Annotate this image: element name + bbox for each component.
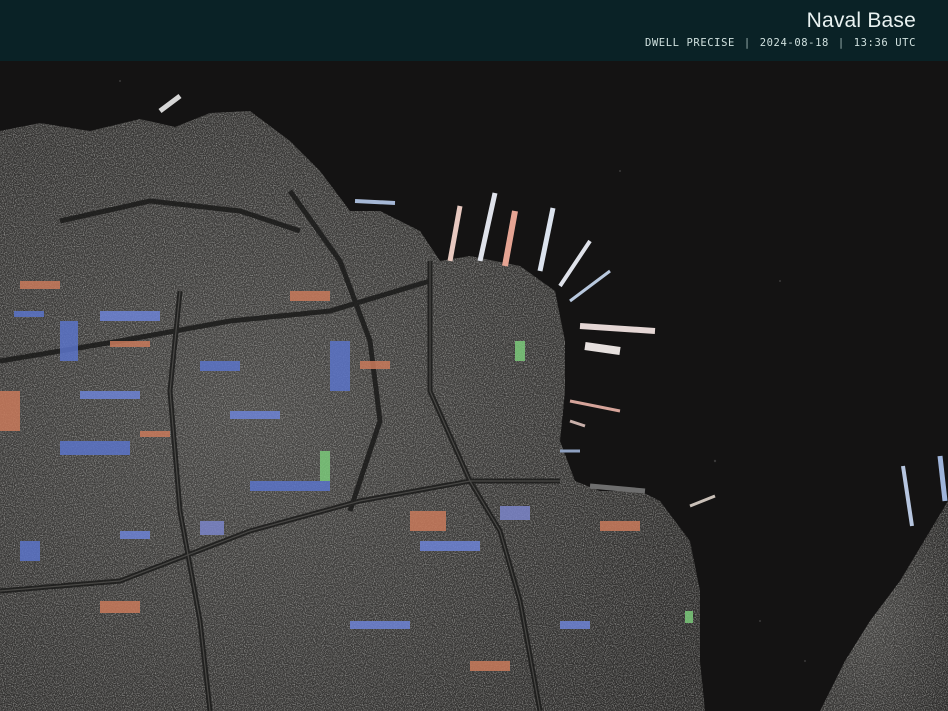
acquisition-time: 13:36 UTC [853, 37, 916, 49]
image-title: Naval Base [806, 9, 916, 32]
header-bar: Naval Base DWELL PRECISE | 2024-08-18 | … [0, 0, 948, 61]
sar-image [0, 61, 948, 711]
separator: | [743, 37, 751, 49]
sar-scene-svg [0, 61, 948, 711]
image-metadata: DWELL PRECISE | 2024-08-18 | 13:36 UTC [645, 37, 916, 49]
acquisition-date: 2024-08-18 [759, 37, 829, 49]
acquisition-mode: DWELL PRECISE [644, 37, 735, 49]
separator: | [837, 37, 845, 49]
